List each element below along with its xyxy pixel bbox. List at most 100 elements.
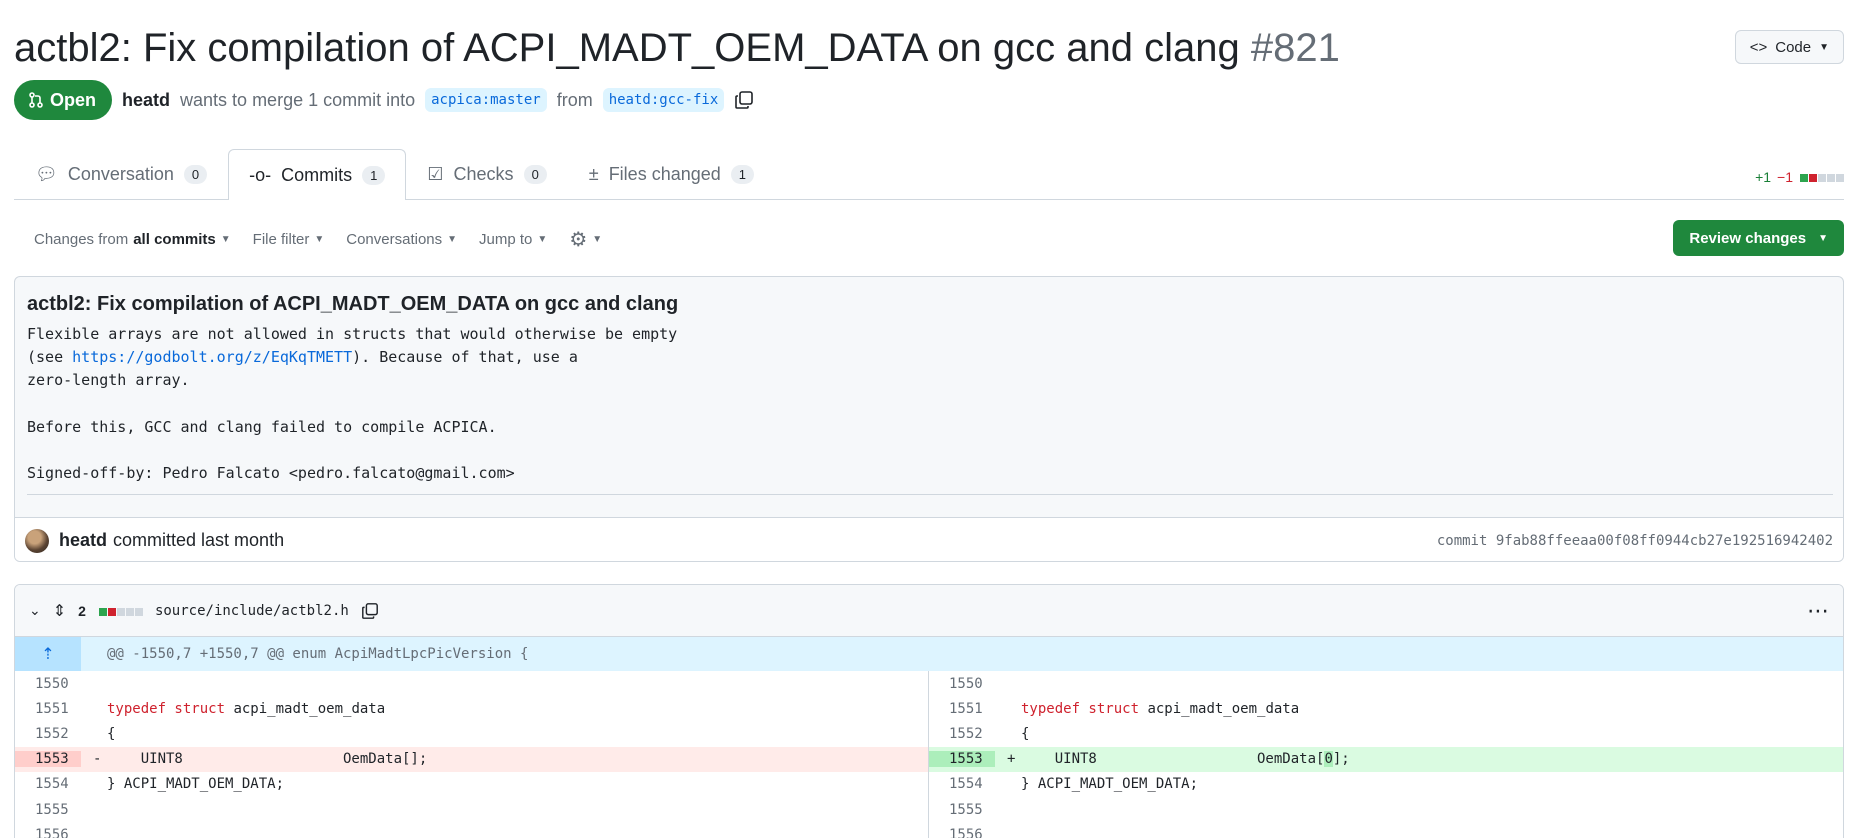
file-diff: ⌄ ⇕ 2 source/include/actbl2.h ⋯ ⇡ @@ -15… [14,584,1844,838]
tab-label: Files changed [608,164,721,184]
commit-body-line: zero-length array. [27,371,190,390]
chevron-down-icon: ▼ [537,233,548,245]
tab-counter: 1 [362,165,386,185]
copy-icon[interactable] [734,90,754,110]
expand-up-icon[interactable]: ⇡ [15,637,81,671]
tab-checks[interactable]: ☑ Checks 0 [406,149,567,199]
line-number[interactable]: 1554 [929,776,995,792]
file-filter-dropdown[interactable]: File filter ▼ [253,231,325,248]
commit-body-text: ). Because of that, use a [352,348,578,367]
changes-value: all commits [133,230,216,248]
commit-sha[interactable]: commit 9fab88ffeeaa00f08ff0944cb27e19251… [1437,533,1833,549]
diff-line-deleted: 1553- UINT8 OemData[]; [15,746,928,772]
base-branch[interactable]: acpica:master [425,88,547,112]
code-text: acpi_madt_oem_data [225,700,386,717]
jump-to-dropdown[interactable]: Jump to ▼ [479,231,547,248]
conversations-dropdown[interactable]: Conversations ▼ [346,231,457,248]
commit-icon: -o- [249,164,272,185]
expand-all-icon[interactable]: ⇕ [53,601,66,621]
review-changes-button[interactable]: Review changes ▼ [1673,220,1844,256]
chevron-down-icon: ▼ [314,233,325,245]
commit-body-line: Flexible arrays are not allowed in struc… [27,325,678,343]
line-number[interactable]: 1552 [929,726,995,742]
code-highlight: 0 [1324,751,1333,768]
chevron-down-icon: ▼ [220,233,231,245]
status-badge: Open [14,80,113,120]
tab-counter: 0 [183,165,208,184]
code-text: acpi_madt_oem_data [1139,700,1300,717]
status-label: Open [50,89,97,110]
line-number[interactable]: 1556 [929,827,995,838]
tab-label: Conversation [67,164,174,184]
line-number[interactable]: 1550 [15,676,81,692]
line-number[interactable]: 1551 [15,701,81,717]
avatar[interactable] [25,528,49,553]
commit-body-link[interactable]: https://godbolt.org/z/EqKqTMETT [72,348,352,366]
line-number[interactable]: 1556 [15,827,81,838]
line-number[interactable]: 1553 [15,751,81,768]
copy-icon[interactable] [361,602,379,620]
diff-line: 1550 [929,671,1843,696]
file-changes-count: 2 [78,602,86,619]
diff-line: 1555 [15,797,928,822]
diff-line: 1552 { [15,721,928,746]
tab-commits[interactable]: -o- Commits 1 [228,149,407,200]
review-button-label: Review changes [1689,229,1807,247]
tab-conversation[interactable]: 💬︎ Conversation 0 [14,149,228,199]
more-options-icon[interactable]: ⋯ [1807,598,1829,624]
commit-author-link[interactable]: heatd [59,530,107,551]
line-number[interactable]: 1553 [929,751,995,768]
line-number[interactable]: 1551 [929,701,995,717]
code-button[interactable]: <> Code ▼ [1734,30,1844,64]
diff-line: 1556 [15,822,928,838]
line-number[interactable]: 1550 [929,676,995,692]
commit-time: committed last month [113,530,285,550]
code-keyword: typedef struct [107,700,226,717]
line-number[interactable]: 1555 [929,802,995,818]
pr-author-link[interactable]: heatd [122,90,170,111]
commit-details: actbl2: Fix compilation of ACPI_MADT_OEM… [14,276,1844,562]
commit-body-line: Signed-off-by: Pedro Falcato <pedro.falc… [27,464,515,483]
code-text: { [107,725,116,742]
chevron-down-icon[interactable]: ⌄ [29,602,41,619]
diff-line: 1551 typedef struct acpi_madt_oem_data [929,696,1843,721]
diff-line: 1554} ACPI_MADT_OEM_DATA; [929,772,1843,797]
chevron-down-icon: ▼ [592,233,603,245]
page-title: actbl2: Fix compilation of ACPI_MADT_OEM… [14,18,1844,78]
conversations-label: Conversations [346,230,443,248]
diff-line: 1554} ACPI_MADT_OEM_DATA; [15,772,928,797]
line-number[interactable]: 1554 [15,776,81,792]
tab-label: Checks [453,164,514,184]
diffstat: +1 −1 [1755,169,1844,185]
line-number[interactable]: 1555 [15,802,81,818]
tab-label: Commits [281,164,353,185]
file-diff-icon: ± [588,164,599,184]
code-text: UINT8 OemData[ [1021,751,1325,768]
changes-from-dropdown[interactable]: Changes from all commits ▼ [34,231,231,248]
deletions-count: −1 [1777,169,1793,185]
code-button-label: Code [1775,38,1812,56]
code-keyword: typedef struct [1021,700,1140,717]
commit-title: actbl2: Fix compilation of ACPI_MADT_OEM… [27,293,679,315]
line-number[interactable]: 1552 [15,726,81,742]
diff-left: 1550 1551 typedef struct acpi_madt_oem_da… [15,671,929,838]
head-branch[interactable]: heatd:gcc-fix [602,88,725,112]
diff-line: 1550 [15,671,928,696]
diff-marker: - [93,751,102,768]
chevron-down-icon: ▼ [1818,232,1828,244]
hunk-header: ⇡ @@ -1550,7 +1550,7 @@ enum AcpiMadtLpc… [15,637,1843,671]
code-icon: <> [1749,38,1768,56]
pr-number: #821 [1250,26,1340,70]
tab-files-changed[interactable]: ± Files changed 1 [568,149,775,199]
tab-counter: 0 [523,165,547,184]
settings-dropdown[interactable]: ⚙ ▼ [569,227,602,252]
divider [27,494,1833,495]
diff-marker: + [1007,751,1016,768]
split-diff: 1550 1551 typedef struct acpi_madt_oem_da… [15,671,1843,838]
additions-count: +1 [1755,169,1772,185]
file-path[interactable]: source/include/actbl2.h [155,603,349,619]
code-text: ]; [1332,751,1350,768]
file-filter-label: File filter [252,230,310,248]
diff-line: 1556 [929,822,1843,838]
diff-toolbar: Changes from all commits ▼ File filter ▼… [34,222,602,256]
